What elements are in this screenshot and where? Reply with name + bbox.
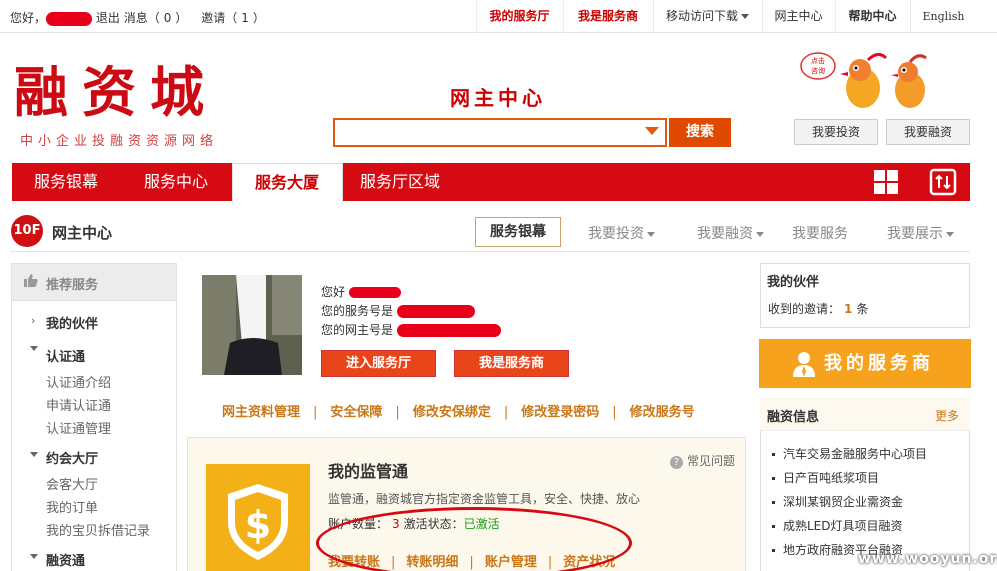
supervision-description: 监管通，融资城官方指定资金监管工具，安全、快捷、放心 (328, 492, 641, 506)
list-item[interactable]: 汽车交易金融服务中心项目 (772, 445, 927, 462)
sidebar-subitem-orders[interactable]: 我的订单 (46, 497, 98, 516)
top-bar: 您好， 退出 消息（ 0） 邀请（ 1） 我的服务厅 我是服务商 移动访问下载 网主… (0, 0, 997, 33)
greeting: 您好， (10, 11, 47, 25)
search-button[interactable]: 搜索 (669, 118, 731, 147)
nav-help-center[interactable]: 帮助中心 (835, 0, 909, 33)
section-title: 网主中心 (52, 224, 113, 242)
page-heading: 网主中心 (450, 86, 546, 110)
help-icon: ? (670, 456, 683, 469)
i-am-provider-button[interactable]: 我是服务商 (454, 350, 569, 377)
list-item[interactable]: 成熟LED灯具项目融资 (772, 517, 903, 534)
bubble-text-line2: 咨询 (811, 66, 825, 75)
chevron-down-icon (30, 346, 38, 351)
sidebar-item-meeting-hall[interactable]: 约会大厅 (46, 448, 98, 467)
user-status: 您好， 退出 消息（ 0） 邀请（ 1） (10, 9, 265, 26)
watermark: www.wooyun.org (858, 551, 997, 567)
enter-hall-button[interactable]: 进入服务厅 (321, 350, 436, 377)
supervision-title: 我的监管通 (328, 462, 409, 481)
avatar (202, 275, 302, 375)
redacted-owner-no (397, 324, 502, 337)
news-more-link[interactable]: 更多 (935, 407, 959, 424)
link-change-binding[interactable]: 修改安保绑定 (413, 405, 491, 420)
redacted-name (349, 287, 402, 298)
invites-count: 1 (241, 11, 249, 25)
sidebar-subitem-cert-apply[interactable]: 申请认证通 (46, 395, 111, 414)
partner-invites[interactable]: 收到的邀请： 1 条 (768, 300, 868, 317)
dollar-shield-icon: $ (206, 464, 310, 571)
subnav-selected-tab[interactable]: 服务银幕 (475, 217, 561, 247)
bubble-text-line1: 点击 (811, 56, 825, 65)
link-change-service-no[interactable]: 修改服务号 (630, 405, 695, 420)
list-item[interactable]: 日产百吨纸浆项目 (772, 469, 879, 486)
invest-button[interactable]: 我要投资 (794, 119, 878, 145)
redacted-username (46, 11, 93, 26)
chevron-down-icon (30, 554, 38, 559)
my-provider-label: 我的服务商 (824, 353, 934, 374)
mainnav-hall-region[interactable]: 服务厅区域 (338, 163, 462, 201)
search-dropdown-icon[interactable] (645, 127, 659, 135)
mainnav-service-center[interactable]: 服务中心 (122, 163, 230, 201)
profile-hello: 您好 (321, 283, 402, 300)
subnav-service[interactable]: 我要服务 (792, 223, 848, 243)
news-title: 融资信息 (767, 410, 820, 425)
subnav-invest[interactable]: 我要投资 (588, 223, 655, 243)
chevron-down-icon (647, 231, 655, 237)
chevron-down-icon (741, 14, 749, 19)
link-profile-manage[interactable]: 网主资料管理 (222, 405, 300, 420)
sidebar-subitem-lending-records[interactable]: 我的宝贝拆借记录 (46, 520, 150, 539)
site-logo[interactable]: 融资城 (14, 62, 218, 122)
link-security[interactable]: 安全保障 (330, 405, 382, 420)
invites-link[interactable]: 邀请（ 1） (201, 11, 265, 25)
nav-english[interactable]: English (910, 0, 976, 33)
sidebar-item-certification[interactable]: 认证通 (46, 346, 85, 365)
sidebar-subitem-reception[interactable]: 会客大厅 (46, 474, 98, 493)
sidebar-header-label: 推荐服务 (46, 278, 99, 293)
mascot-birds-icon[interactable]: 点击 咨询 (798, 48, 940, 116)
profile-service-no: 您的服务号是 (321, 302, 476, 319)
list-item[interactable]: 深圳某钢贸企业需资金 (772, 493, 903, 510)
svg-text:$: $ (245, 503, 271, 547)
highlight-annotation (316, 507, 632, 571)
account-links: 网主资料管理 | 安全保障 | 修改安保绑定 | 修改登录密码 | 修改服务号 (222, 405, 695, 420)
thumbs-up-icon (24, 274, 38, 287)
subnav-finance[interactable]: 我要融资 (697, 223, 764, 243)
grid-view-icon[interactable] (871, 167, 901, 197)
finance-button[interactable]: 我要融资 (886, 119, 970, 145)
sidebar-item-partners[interactable]: 我的伙伴 (46, 313, 98, 332)
subnav-showcase[interactable]: 我要展示 (887, 223, 954, 243)
nav-owner-center[interactable]: 网主中心 (762, 0, 834, 33)
sidebar-subitem-cert-manage[interactable]: 认证通管理 (46, 418, 111, 437)
messages-count: 0 (163, 11, 172, 25)
switch-view-icon[interactable] (928, 167, 958, 197)
nav-mobile-download[interactable]: 移动访问下载 (653, 0, 761, 33)
mainnav-service-tower[interactable]: 服务大厦 (232, 163, 343, 203)
profile-owner-no: 您的网主号是 (321, 321, 502, 338)
mainnav-service-screen[interactable]: 服务银幕 (12, 163, 120, 201)
chevron-right-icon: › (31, 314, 36, 327)
logo-subtitle: 中小企业投融资资源网络 (20, 134, 219, 149)
nav-my-hall[interactable]: 我的服务厅 (476, 0, 562, 33)
sidebar-subitem-cert-intro[interactable]: 认证通介绍 (46, 372, 111, 391)
invite-count: 1 (844, 302, 853, 316)
messages-link[interactable]: 消息（ 0） (124, 11, 188, 25)
chevron-down-icon (756, 231, 764, 237)
link-change-password[interactable]: 修改登录密码 (521, 405, 599, 420)
partner-title: 我的伙伴 (767, 275, 820, 290)
my-provider-banner[interactable]: 我的服务商 (759, 339, 971, 388)
chevron-down-icon (30, 452, 38, 457)
floor-badge: 10F (11, 215, 43, 247)
faq-link[interactable]: ? 常见问题 (670, 452, 735, 469)
user-icon (793, 352, 815, 377)
divider (10, 251, 970, 252)
logout-link[interactable]: 退出 (96, 11, 120, 25)
nav-i-am-provider[interactable]: 我是服务商 (563, 0, 652, 33)
chevron-down-icon (946, 231, 954, 237)
search-input[interactable] (333, 118, 667, 147)
redacted-service-no (397, 305, 476, 318)
sidebar-item-finance-pass[interactable]: 融资通 (46, 550, 85, 569)
